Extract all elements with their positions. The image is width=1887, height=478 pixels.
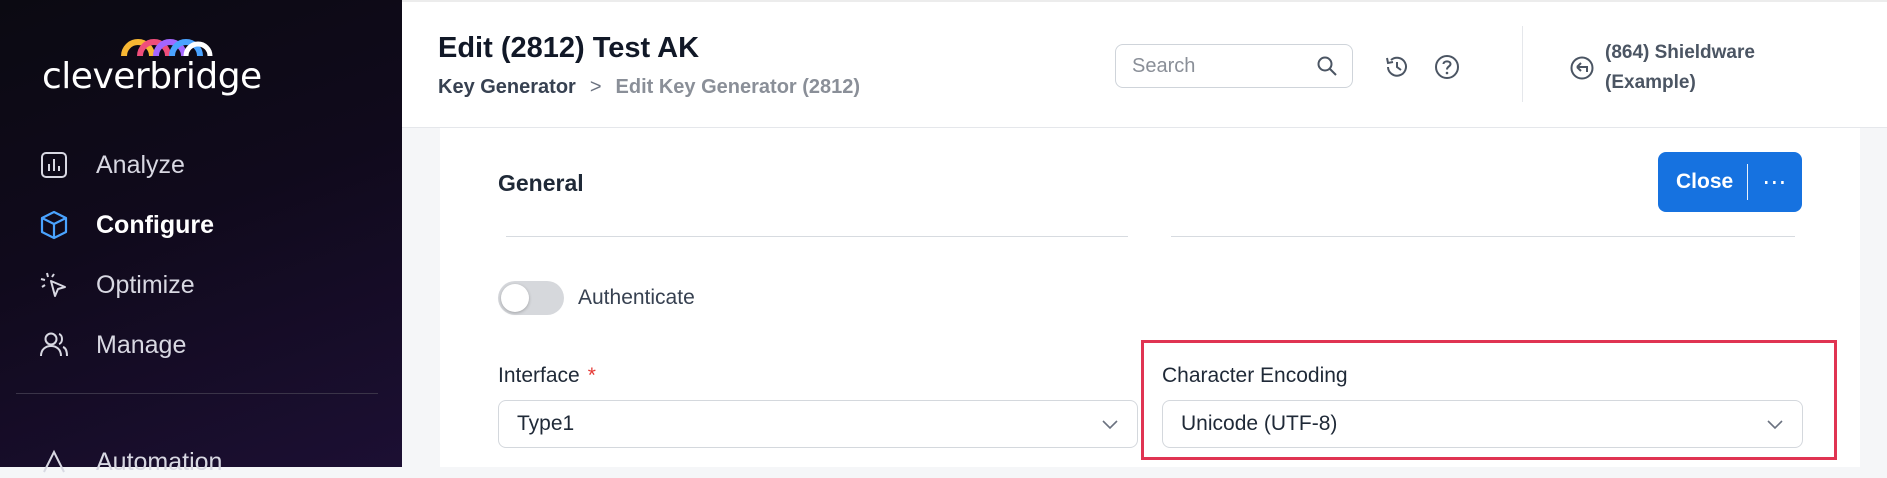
field-underline-right — [1171, 236, 1795, 237]
authenticate-toggle[interactable] — [498, 281, 564, 315]
account-name: (864) Shieldware (Example) — [1605, 38, 1755, 98]
breadcrumb-current: Edit Key Generator (2812) — [615, 76, 861, 98]
search-input[interactable] — [1130, 53, 1304, 79]
sidebar-divider — [16, 393, 378, 394]
sidebar-item-label: Automation — [96, 447, 223, 476]
sidebar-item-manage[interactable]: Manage — [0, 315, 402, 375]
sidebar-item-label: Analyze — [96, 150, 185, 179]
breadcrumb-key-generator[interactable]: Key Generator — [438, 76, 576, 99]
account-line-2: (Example) — [1605, 72, 1696, 93]
required-marker: * — [587, 364, 596, 387]
sidebar-item-configure[interactable]: Configure — [0, 195, 402, 255]
sidebar-item-optimize[interactable]: Optimize — [0, 255, 402, 315]
more-options-icon[interactable]: ⋯ — [1748, 168, 1802, 197]
history-icon[interactable] — [1383, 53, 1411, 81]
logo-arcs-icon — [121, 39, 213, 56]
switch-account-icon — [1569, 55, 1595, 81]
close-button-group: Close ⋯ — [1658, 152, 1802, 212]
search-icon[interactable] — [1316, 55, 1338, 77]
breadcrumb: Key Generator > Edit Key Generator (2812… — [438, 76, 860, 99]
interface-label: Interface * — [498, 364, 596, 388]
page-title: Edit (2812) Test AK — [438, 32, 700, 64]
top-header: Edit (2812) Test AK Key Generator > Edit… — [402, 0, 1887, 128]
encoding-value: Unicode (UTF-8) — [1181, 412, 1338, 435]
cleverbridge-logo[interactable]: cleverbridge — [42, 34, 262, 104]
header-divider — [1522, 26, 1523, 102]
authenticate-label: Authenticate — [578, 286, 695, 309]
help-icon[interactable] — [1433, 53, 1461, 81]
chevron-down-icon — [1766, 418, 1784, 430]
breadcrumb-separator: > — [589, 76, 602, 98]
account-line-1: (864) Shieldware — [1605, 42, 1755, 63]
account-switcher[interactable]: (864) Shieldware (Example) — [1569, 38, 1755, 98]
logo-text: cleverbridge — [42, 56, 262, 97]
sidebar: cleverbridge Analyze Configure Optimize … — [0, 0, 402, 476]
encoding-select[interactable]: Unicode (UTF-8) — [1162, 400, 1803, 448]
interface-value: Type1 — [517, 412, 575, 435]
sidebar-item-analyze[interactable]: Analyze — [0, 135, 402, 195]
sidebar-item-label: Manage — [96, 330, 187, 359]
field-underline-left — [506, 236, 1128, 237]
sidebar-item-label: Configure — [96, 210, 215, 239]
sidebar-item-automation[interactable]: Automation — [38, 446, 222, 478]
sidebar-nav: Analyze Configure Optimize Manage — [0, 135, 402, 375]
cube-icon — [38, 209, 70, 241]
encoding-label: Character Encoding — [1162, 364, 1348, 387]
section-title: General — [498, 170, 584, 196]
button-separator — [1747, 164, 1749, 200]
automation-icon — [38, 446, 70, 478]
sidebar-item-label: Optimize — [96, 270, 195, 299]
users-icon — [38, 329, 70, 361]
toggle-knob — [501, 284, 529, 312]
chevron-down-icon — [1101, 418, 1119, 430]
search-box — [1115, 44, 1353, 88]
close-button[interactable]: Close — [1658, 170, 1747, 194]
interface-label-text: Interface — [498, 364, 580, 387]
bar-chart-icon — [38, 149, 70, 181]
interface-select[interactable]: Type1 — [498, 400, 1138, 448]
form-card: General Close ⋯ Authenticate Interface * … — [440, 128, 1860, 467]
cursor-click-icon — [38, 269, 70, 301]
